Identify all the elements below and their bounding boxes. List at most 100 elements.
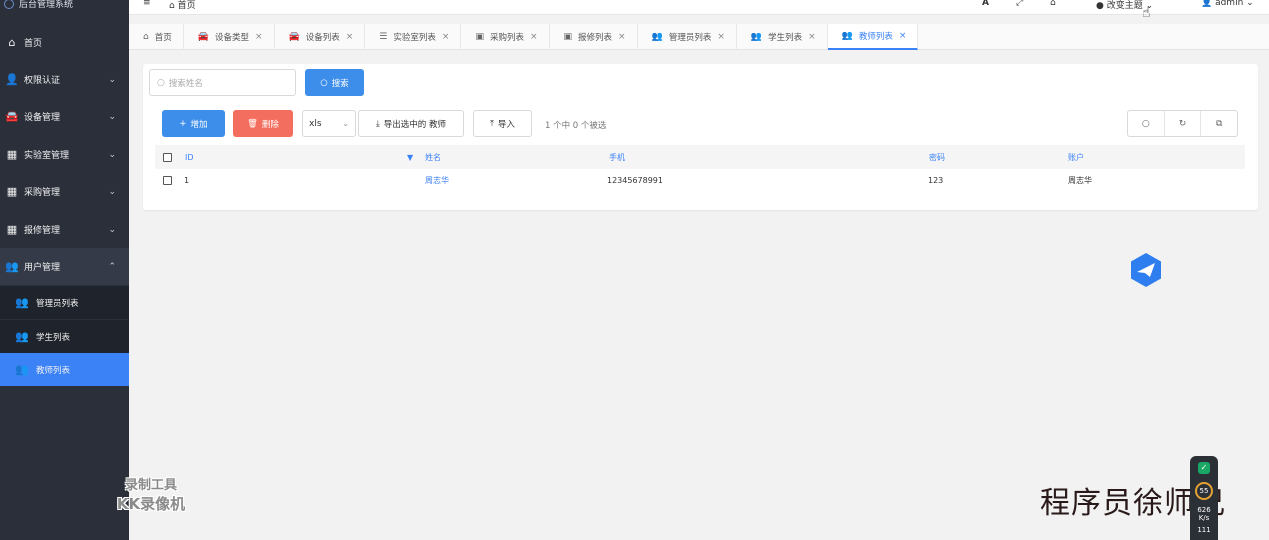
tab-device-list[interactable]: 🚘 设备列表 ×: [275, 24, 366, 50]
tab-label: 报修列表: [578, 33, 613, 43]
export-format-select[interactable]: xls ⌄: [302, 110, 356, 137]
tab-purchase-list[interactable]: ▣ 采购列表 ×: [461, 24, 550, 50]
brand-title: 后台管理系统: [19, 0, 74, 10]
tab-home[interactable]: ⌂ 首页: [129, 24, 184, 50]
breadcrumb: ⌂ 首页: [169, 1, 196, 11]
tab-device-type[interactable]: 🚘 设备类型 ×: [184, 24, 275, 50]
close-icon[interactable]: ×: [442, 32, 450, 42]
tab-repair-list[interactable]: ▣ 报修列表 ×: [550, 24, 638, 50]
tab-label: 教师列表: [858, 32, 893, 42]
shield-icon: ✓: [1198, 462, 1210, 474]
column-header-phone[interactable]: 手机: [609, 145, 625, 169]
speed-ring: 55: [1195, 482, 1213, 500]
close-icon[interactable]: ×: [346, 32, 354, 42]
menu-toggle-icon[interactable]: ≡: [143, 0, 151, 8]
chevron-up-icon: ⌃: [108, 261, 116, 272]
car-icon: 🚘: [5, 110, 19, 123]
brand: 后台管理系统: [0, 0, 129, 15]
trash-icon: 🗑: [247, 118, 258, 129]
table-header: ID ▼ 姓名 手机 密码 账户: [155, 145, 1245, 169]
network-speed-widget: ✓ 55 626 K/s 111: [1190, 456, 1218, 540]
add-button-label: 增加: [190, 119, 208, 130]
tab-label: 管理员列表: [668, 33, 712, 43]
sidebar-item-label: 教师列表: [36, 365, 71, 376]
sidebar-item-label: 学生列表: [36, 332, 71, 343]
export-button[interactable]: ⤓ 导出选中的 教师: [358, 110, 464, 137]
speed-down: 111: [1197, 526, 1211, 534]
users-icon: 👥: [841, 31, 853, 41]
chevron-down-icon: ⌄: [108, 74, 116, 85]
users-icon: 👥: [750, 32, 763, 42]
users-icon: 👥: [15, 330, 29, 343]
sidebar-item-lab[interactable]: ▦ 实验室管理 ⌄: [0, 136, 129, 173]
columns-icon[interactable]: ⧉: [1201, 111, 1237, 136]
plus-icon: +: [179, 118, 187, 129]
close-icon[interactable]: ×: [530, 32, 538, 42]
table-icon: ▦: [6, 148, 18, 161]
font-size-icon[interactable]: A: [982, 0, 989, 8]
sidebar-item-label: 首页: [24, 39, 43, 49]
sidebar-subitem-students[interactable]: 👥 学生列表: [0, 320, 129, 353]
refresh-icon[interactable]: ↻: [1165, 111, 1202, 136]
user-menu[interactable]: 👤 admin ⌄: [1201, 0, 1254, 8]
chevron-down-icon: ⌄: [108, 149, 116, 160]
sidebar-item-label: 管理员列表: [36, 298, 79, 309]
search-icon: ○: [320, 77, 328, 88]
sidebar-item-label: 用户管理: [24, 263, 61, 273]
table-tools: ○ ↻ ⧉: [1127, 110, 1238, 137]
sidebar-item-repair[interactable]: ▦ 报修管理 ⌄: [0, 211, 129, 248]
search-input[interactable]: ○ 搜索姓名: [149, 69, 296, 96]
sidebar-item-users[interactable]: 👥 用户管理 ⌃: [0, 248, 129, 285]
close-icon[interactable]: ×: [717, 32, 725, 42]
speed-unit: K/s: [1198, 514, 1210, 522]
close-icon[interactable]: ×: [808, 32, 816, 42]
user-name: admin: [1215, 0, 1244, 8]
chevron-down-icon: ⌄: [342, 119, 349, 128]
column-header-password[interactable]: 密码: [929, 145, 945, 169]
sidebar-item-auth[interactable]: 👤 权限认证 ⌄: [0, 61, 129, 98]
close-icon[interactable]: ×: [255, 32, 263, 42]
import-button[interactable]: ⤒ 导入: [473, 110, 532, 137]
close-icon[interactable]: ×: [899, 31, 907, 41]
sidebar-item-device[interactable]: 🚘 设备管理 ⌄: [0, 98, 129, 135]
row-checkbox[interactable]: [163, 169, 172, 191]
download-icon: ⤓: [376, 118, 380, 129]
recording-tool-watermark: 录制工具 KK录像机: [101, 477, 201, 513]
close-icon[interactable]: ×: [618, 32, 626, 42]
tab-student-list[interactable]: 👥 学生列表 ×: [737, 24, 828, 50]
select-all-checkbox[interactable]: [163, 145, 172, 169]
tab-teacher-list[interactable]: 👥 教师列表 ×: [827, 24, 919, 50]
home-shortcut-icon[interactable]: ⌂: [1050, 0, 1056, 8]
floating-assistant-icon[interactable]: [1128, 252, 1164, 288]
column-header-account[interactable]: 账户: [1068, 145, 1084, 169]
tab-label: 首页: [154, 33, 172, 43]
sidebar-item-purchase[interactable]: ▦ 采购管理 ⌄: [0, 173, 129, 210]
tab-lab-list[interactable]: ☰ 实验室列表 ×: [365, 24, 462, 50]
sidebar-item-label: 实验室管理: [24, 151, 70, 161]
table-row[interactable]: 1 周志华 12345678991 123 周志华: [155, 169, 1245, 191]
selection-count: 1 个中 0 个被选: [545, 121, 607, 131]
image-icon: ▣: [475, 32, 484, 42]
column-header-id[interactable]: ID: [185, 145, 194, 169]
delete-button[interactable]: 🗑 删除: [233, 110, 293, 137]
column-header-name[interactable]: 姓名: [425, 145, 441, 169]
sidebar-item-label: 报修管理: [24, 226, 61, 236]
sort-desc-icon[interactable]: ▼: [407, 145, 413, 169]
sidebar-item-home[interactable]: ⌂ 首页: [0, 24, 129, 61]
chevron-down-icon: ⌄: [108, 111, 116, 122]
users-icon: 👥: [651, 32, 663, 42]
search-toggle-icon[interactable]: ○: [1128, 111, 1165, 136]
upload-icon: ⤒: [490, 118, 494, 129]
sidebar-subitem-teachers[interactable]: 👥 教师列表: [0, 353, 129, 386]
cell-name-link[interactable]: 周志华: [425, 169, 449, 191]
search-icon: ○: [157, 77, 165, 88]
search-button[interactable]: ○ 搜索: [305, 69, 364, 96]
search-button-label: 搜索: [331, 78, 349, 89]
fullscreen-icon[interactable]: ⤢: [1016, 0, 1023, 8]
table-icon: ▦: [6, 223, 18, 236]
tab-admin-list[interactable]: 👥 管理员列表 ×: [638, 24, 737, 50]
add-button[interactable]: + 增加: [162, 110, 225, 137]
logo-icon: [4, 0, 14, 9]
sidebar-subitem-admins[interactable]: 👥 管理员列表: [0, 286, 129, 319]
top-bar: ≡ ⌂ 首页 A ⤢ ⌂ ● 改变主题 ⌄ 👤 admin ⌄: [129, 0, 1269, 15]
